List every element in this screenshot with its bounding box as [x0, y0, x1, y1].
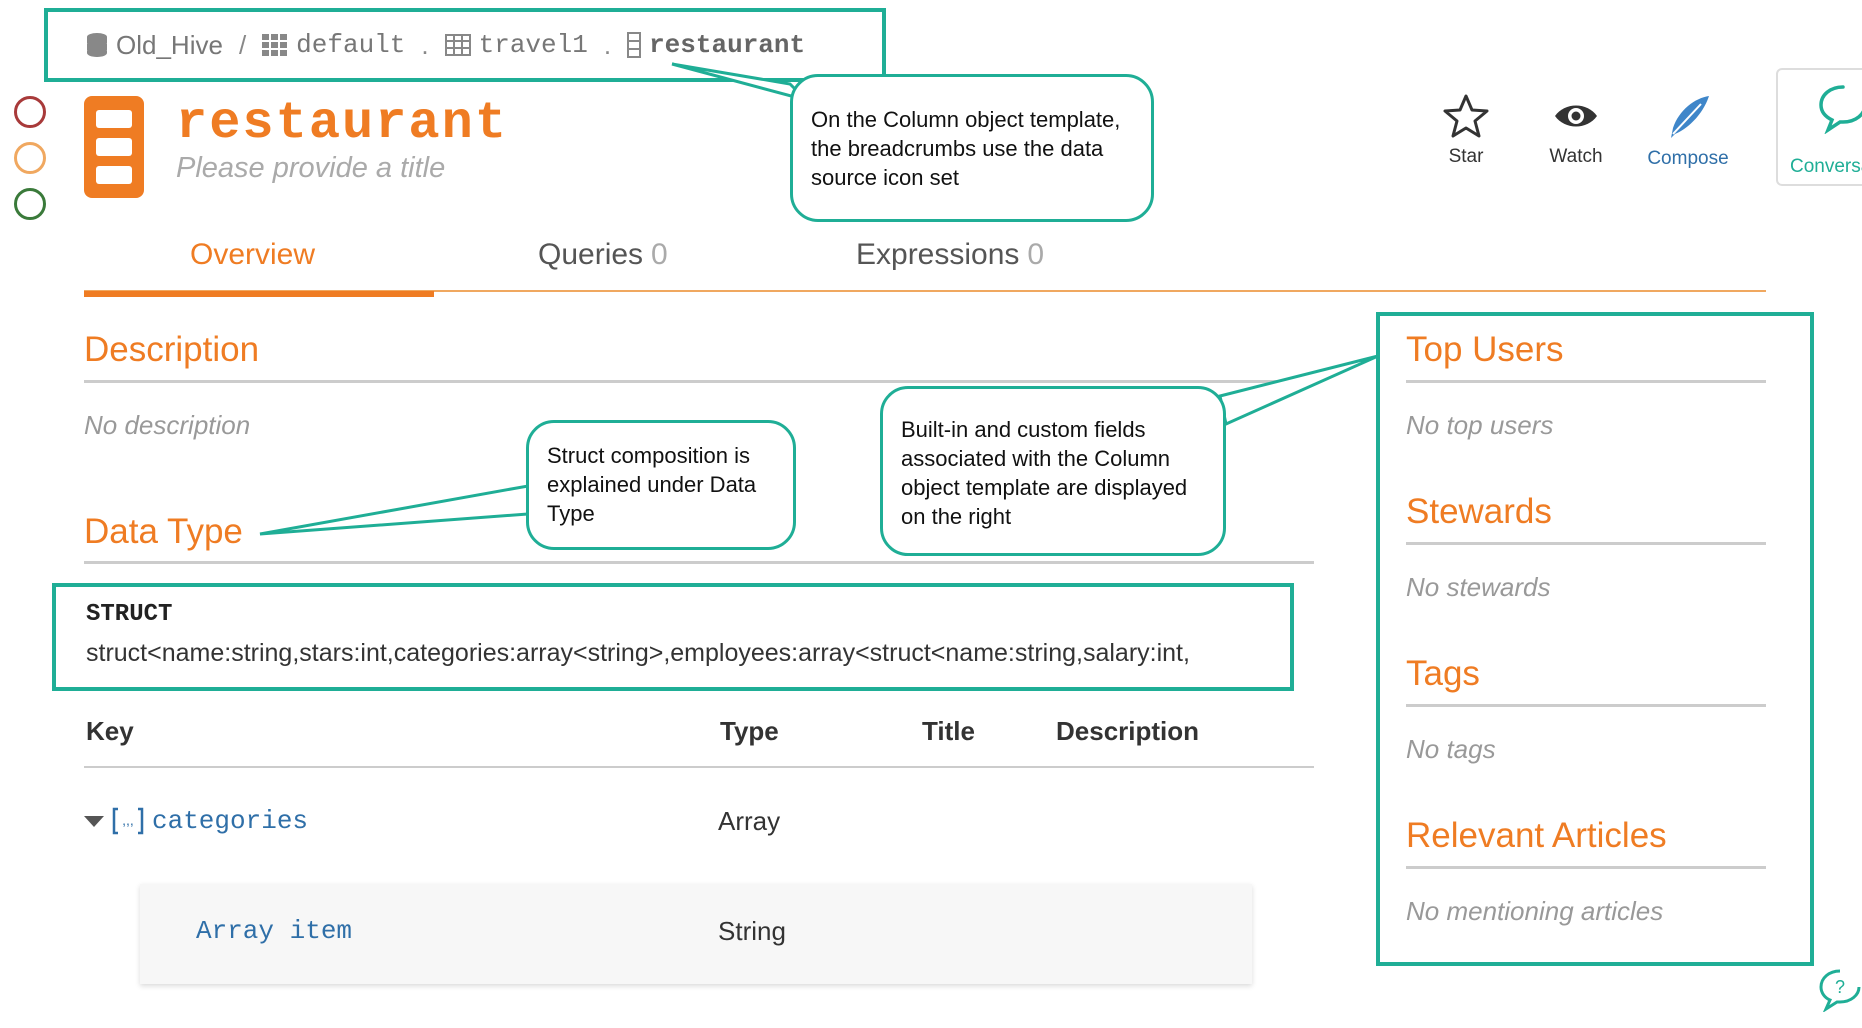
callout-struct: Struct composition is explained under Da… [526, 420, 796, 550]
help-bubble-icon: ? [1819, 969, 1861, 1013]
help-button[interactable]: ? [1818, 968, 1862, 1017]
svg-text:?: ? [1835, 977, 1845, 997]
callout-fields: Built-in and custom fields associated wi… [880, 386, 1226, 556]
callout-breadcrumbs: On the Column object template, the bread… [790, 74, 1154, 222]
